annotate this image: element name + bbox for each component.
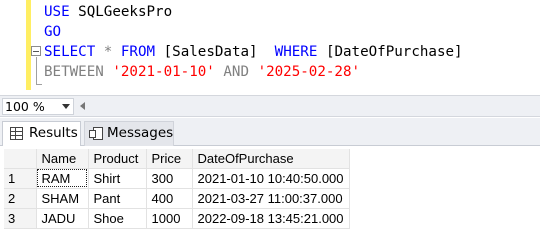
results-grid[interactable]: Name Product Price DateOfPurchase 1 RAM … bbox=[0, 147, 540, 252]
keyword-select: SELECT bbox=[44, 44, 96, 60]
code-line-2[interactable]: GO bbox=[44, 22, 61, 42]
operator-and: AND bbox=[223, 64, 250, 80]
operator-between: BETWEEN bbox=[44, 64, 104, 80]
table-row[interactable]: 3 JADU Shoe 1000 2022-09-18 13:45:21.000 bbox=[4, 208, 350, 229]
database-name: SQLGeeksPro bbox=[78, 4, 173, 20]
row-number[interactable]: 2 bbox=[4, 188, 37, 209]
keyword-use: USE bbox=[44, 4, 70, 20]
change-tracking-bar bbox=[26, 0, 31, 90]
results-table: Name Product Price DateOfPurchase 1 RAM … bbox=[4, 149, 350, 229]
editor-gutter bbox=[0, 0, 26, 95]
table-name: [SalesData] bbox=[163, 44, 258, 60]
chevron-down-icon bbox=[62, 104, 70, 109]
fold-guide bbox=[35, 57, 37, 84]
table-cell[interactable]: 400 bbox=[146, 188, 193, 209]
scroll-left-icon[interactable] bbox=[80, 102, 85, 110]
tab-results-label: Results bbox=[29, 125, 78, 141]
table-cell[interactable]: 2022-09-18 13:45:21.000 bbox=[192, 208, 350, 229]
table-row[interactable]: 2 SHAM Pant 400 2021-03-27 11:00:37.000 bbox=[4, 188, 350, 209]
table-cell[interactable]: 2021-03-27 11:00:37.000 bbox=[192, 188, 350, 209]
table-cell[interactable]: JADU bbox=[36, 208, 89, 229]
table-cell[interactable]: 1000 bbox=[146, 208, 193, 229]
code-line-1[interactable]: USE SQLGeeksPro bbox=[44, 2, 172, 22]
keyword-where: WHERE bbox=[274, 44, 318, 60]
messages-icon bbox=[89, 127, 103, 140]
table-cell[interactable]: SHAM bbox=[36, 188, 89, 209]
table-cell[interactable]: 2021-01-10 10:40:50.000 bbox=[192, 168, 350, 189]
zoom-value: 100 % bbox=[5, 99, 45, 114]
string-end-date: '2025-02-28' bbox=[257, 64, 361, 80]
code-line-3[interactable]: SELECT * FROM [SalesData] WHERE [DateOfP… bbox=[44, 42, 463, 62]
header-row: Name Product Price DateOfPurchase bbox=[4, 149, 350, 169]
corner-header[interactable] bbox=[4, 149, 37, 169]
code-line-4[interactable]: BETWEEN '2021-01-10' AND '2025-02-28' bbox=[44, 62, 360, 82]
tab-messages[interactable]: Messages bbox=[84, 121, 174, 146]
column-header-product[interactable]: Product bbox=[88, 149, 147, 169]
column-name: [DateOfPurchase] bbox=[325, 44, 463, 60]
table-cell[interactable]: Shirt bbox=[88, 168, 147, 189]
zoom-bar: 100 % bbox=[0, 95, 540, 117]
keyword-go: GO bbox=[44, 24, 62, 40]
table-cell[interactable]: Pant bbox=[88, 188, 147, 209]
collapse-toggle-icon[interactable] bbox=[31, 46, 41, 56]
column-header-name[interactable]: Name bbox=[36, 149, 89, 169]
table-cell[interactable]: Shoe bbox=[88, 208, 147, 229]
zoom-dropdown[interactable]: 100 % bbox=[2, 98, 74, 115]
fold-guide-end bbox=[35, 84, 42, 85]
tab-messages-label: Messages bbox=[107, 125, 174, 141]
grid-icon bbox=[10, 127, 23, 140]
results-tab-strip: Results Messages bbox=[0, 118, 540, 146]
row-number[interactable]: 3 bbox=[4, 208, 37, 229]
query-editor[interactable]: USE SQLGeeksPro GO SELECT * FROM [SalesD… bbox=[0, 0, 540, 95]
keyword-from: FROM bbox=[120, 44, 156, 60]
string-start-date: '2021-01-10' bbox=[112, 64, 215, 80]
tab-results[interactable]: Results bbox=[2, 121, 81, 146]
table-row[interactable]: 1 RAM Shirt 300 2021-01-10 10:40:50.000 bbox=[4, 168, 350, 189]
row-number[interactable]: 1 bbox=[4, 168, 37, 189]
select-star: * bbox=[103, 44, 113, 60]
table-cell[interactable]: RAM bbox=[36, 168, 89, 189]
table-cell[interactable]: 300 bbox=[146, 168, 193, 189]
column-header-price[interactable]: Price bbox=[146, 149, 193, 169]
column-header-dateofpurchase[interactable]: DateOfPurchase bbox=[192, 149, 350, 169]
